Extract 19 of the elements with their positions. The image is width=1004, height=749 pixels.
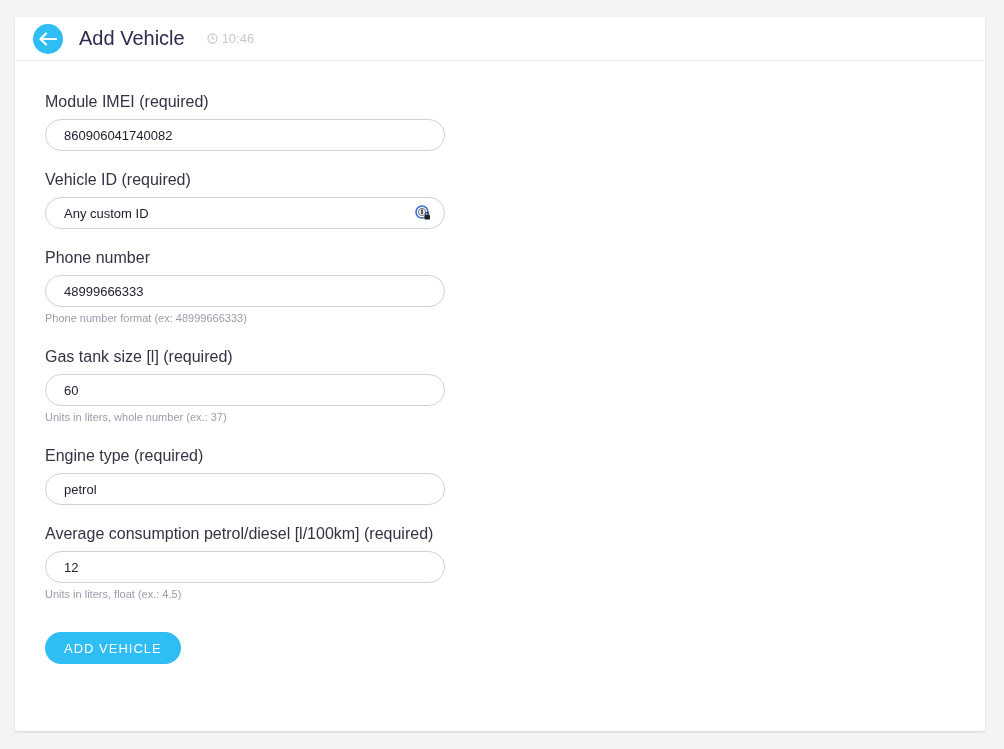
field-label: Average consumption petrol/diesel [l/100km] (required) (45, 525, 435, 543)
hint-text: Units in liters, whole number (ex.: 37) (45, 411, 228, 423)
input-field[interactable]: 60 (45, 374, 445, 406)
clock-icon (206, 33, 218, 44)
hint-text: Units in liters, float (ex.: 4.5) (45, 588, 183, 600)
input-field[interactable]: petrol (45, 473, 445, 505)
hint-text: Phone number format (ex: 48999666333) (45, 312, 248, 324)
field-label: Module IMEI (required) (45, 93, 210, 111)
input-field[interactable]: 860906041740082 (45, 119, 445, 151)
page-title: Add Vehicle (79, 27, 185, 50)
input-field[interactable]: 48999666333 (45, 275, 445, 307)
input-field[interactable]: Any custom ID (45, 197, 445, 229)
field-label: Engine type (required) (45, 447, 205, 465)
field-label: Vehicle ID (required) (45, 171, 192, 189)
field-label: Phone number (45, 249, 151, 267)
input-field[interactable]: 12 (45, 551, 445, 583)
field-label: Gas tank size [l] (required) (45, 348, 234, 366)
password-manager-icon[interactable] (415, 205, 431, 221)
left-arrow-icon (39, 31, 57, 46)
